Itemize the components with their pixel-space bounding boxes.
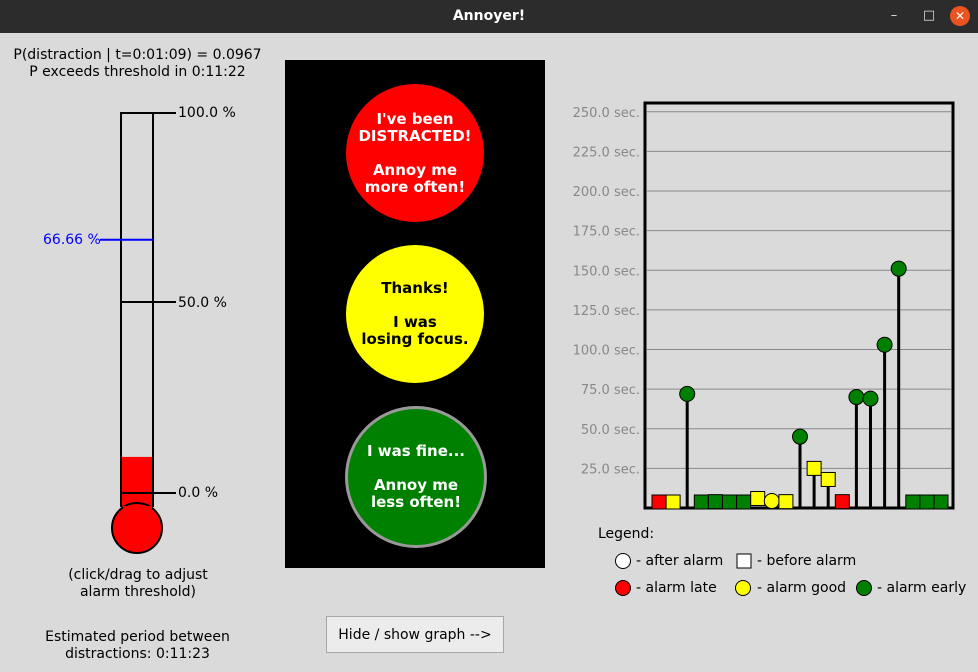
losing-focus-label: Thanks! I was losing focus. — [361, 279, 469, 348]
data-point — [707, 494, 723, 510]
y-tick-label: 200.0 sec. — [573, 185, 640, 200]
label-50: 50.0 % — [178, 295, 227, 311]
y-tick-label: 125.0 sec. — [573, 304, 640, 319]
y-tick-label: 100.0 sec. — [573, 344, 640, 359]
data-point — [820, 471, 836, 487]
legend-good-swatch — [735, 580, 751, 596]
data-point — [848, 389, 865, 406]
y-tick-label: 75.0 sec. — [581, 383, 640, 398]
data-point — [665, 494, 681, 510]
data-point — [792, 428, 808, 445]
label-0: 0.0 % — [178, 485, 219, 501]
thermometer-hint: (click/drag to adjust alarm threshold) — [68, 567, 208, 600]
legend-late-swatch — [615, 580, 631, 596]
maximize-icon[interactable]: □ — [919, 6, 939, 26]
toggle-graph-label: Hide / show graph --> — [338, 626, 492, 643]
data-point — [679, 385, 696, 402]
y-tick-label: 25.0 sec. — [581, 462, 640, 477]
thermometer-fill — [122, 456, 153, 507]
feedback-panel: I've been DISTRACTED! Annoy me more ofte… — [285, 60, 545, 568]
distracted-button[interactable]: I've been DISTRACTED! Annoy me more ofte… — [346, 84, 484, 222]
data-point — [890, 260, 907, 277]
legend-late: - alarm late — [636, 580, 717, 596]
y-tick-label: 250.0 sec. — [573, 106, 640, 121]
distracted-label: I've been DISTRACTED! Annoy me more ofte… — [358, 109, 472, 196]
data-point — [933, 494, 949, 510]
data-point — [806, 460, 822, 476]
legend-title: Legend: — [598, 526, 655, 542]
data-point — [778, 494, 794, 510]
y-tick-label: 225.0 sec. — [573, 145, 640, 160]
data-point — [862, 390, 879, 407]
legend-before: - before alarm — [757, 553, 857, 569]
data-point — [722, 494, 737, 510]
data-point — [763, 493, 780, 509]
data-point — [905, 494, 921, 510]
fine-button[interactable]: I was fine... Annoy me less often! — [345, 406, 487, 548]
toggle-graph-button[interactable]: Hide / show graph --> — [326, 616, 504, 653]
data-point — [876, 336, 893, 353]
legend-early-swatch — [856, 580, 872, 596]
minimize-icon[interactable]: – — [884, 6, 904, 26]
estimate-text: Estimated period between distractions: 0… — [45, 629, 230, 662]
legend-good: - alarm good — [757, 580, 847, 596]
y-tick-label: 150.0 sec. — [573, 264, 640, 279]
data-point — [651, 494, 667, 510]
legend-after: - after alarm — [636, 553, 724, 569]
y-tick-label: 175.0 sec. — [573, 225, 640, 240]
legend-after-swatch — [615, 553, 631, 569]
fine-label: I was fine... Annoy me less often! — [367, 442, 465, 511]
data-point — [693, 494, 709, 510]
legend-early: - alarm early — [877, 580, 967, 596]
data-point — [736, 494, 752, 510]
history-chart: 25.0 sec. 50.0 sec. 75.0 sec. 100.0 sec. 125… — [573, 101, 955, 510]
losing-focus-button[interactable]: Thanks! I was losing focus. — [346, 245, 484, 383]
data-point — [750, 490, 766, 506]
threshold-label: 66.66 % — [43, 231, 101, 248]
legend-before-swatch — [736, 553, 752, 569]
y-tick-label: 50.0 sec. — [581, 423, 640, 438]
data-point — [834, 494, 850, 510]
data-point — [919, 494, 935, 510]
close-icon[interactable]: ✕ — [950, 6, 970, 26]
label-100: 100.0 % — [178, 105, 236, 121]
